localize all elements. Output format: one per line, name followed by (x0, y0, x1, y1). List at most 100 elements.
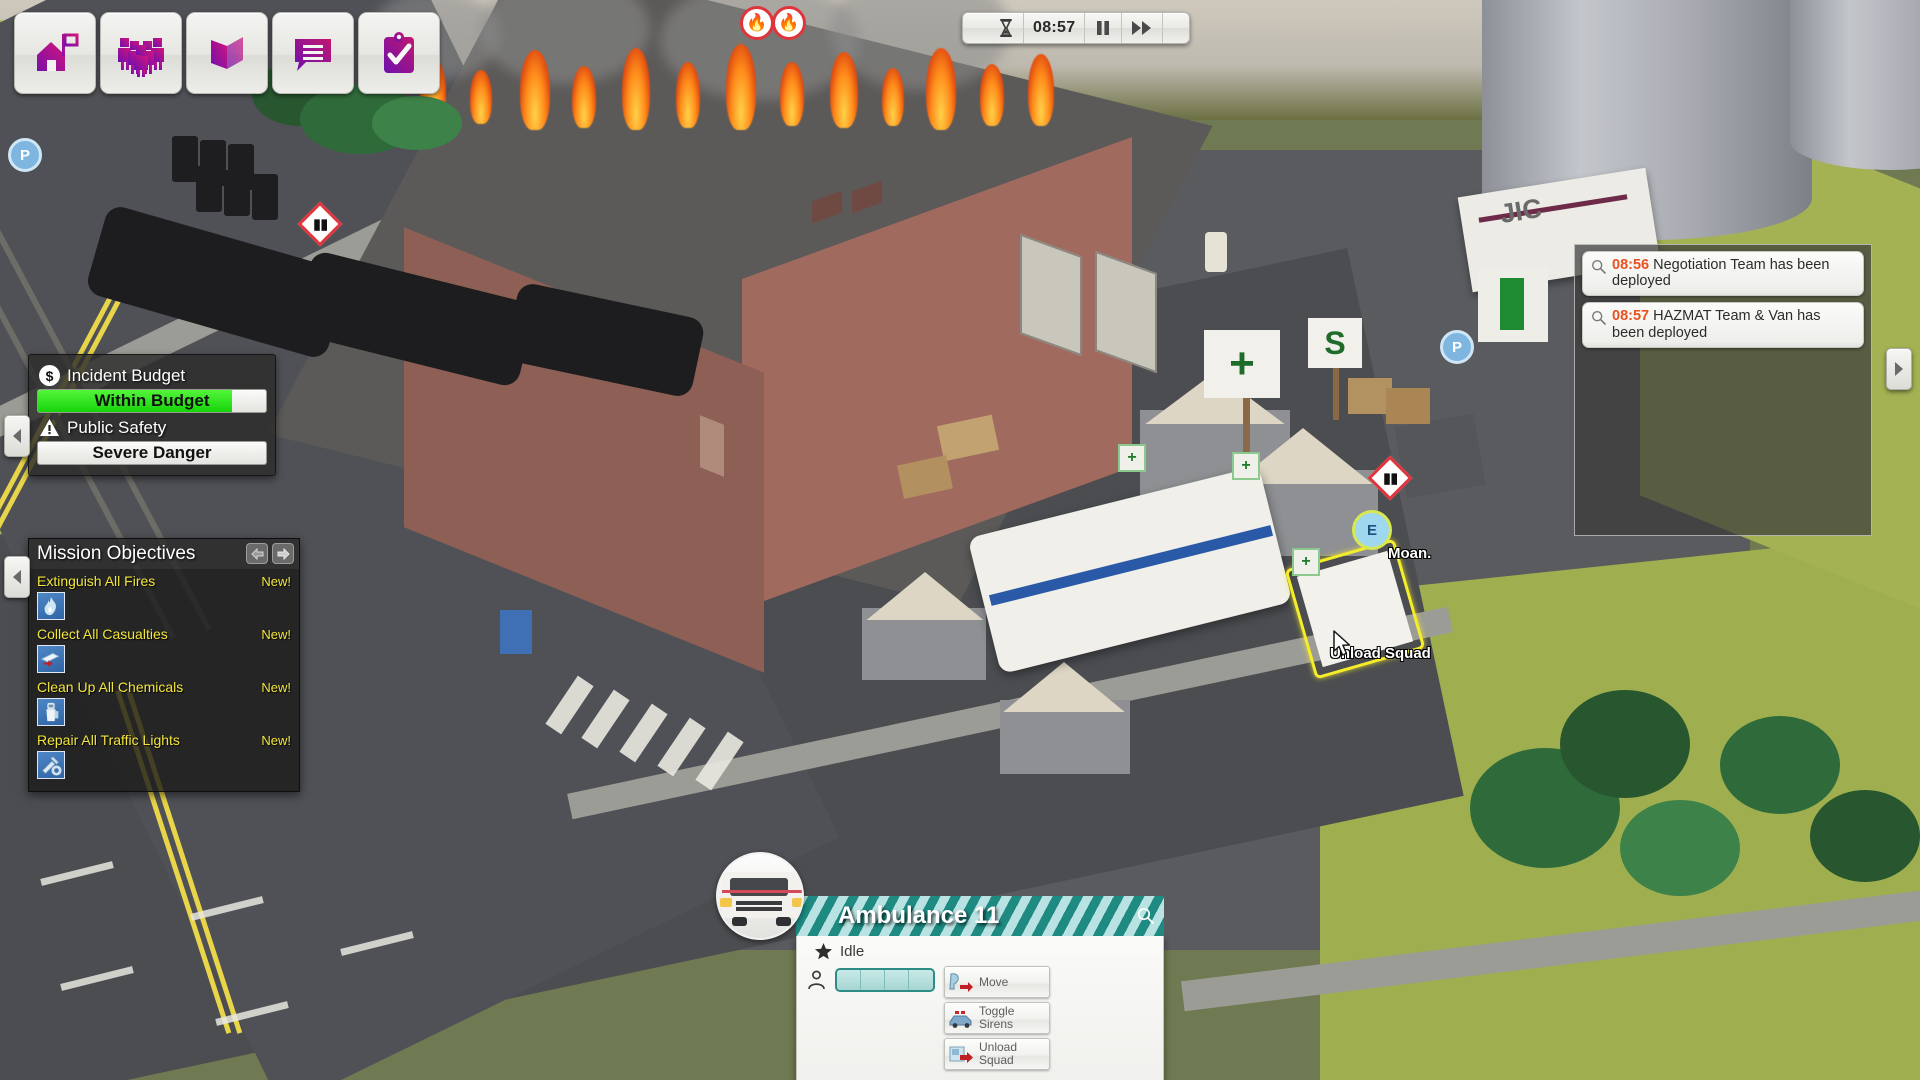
unit-locate-button[interactable] (1137, 907, 1154, 929)
capacity-segment (837, 970, 861, 990)
pause-icon (1097, 21, 1110, 35)
objectives-title: Mission Objectives (37, 543, 196, 564)
incident-status-panel: $ Incident Budget Within Budget Public S… (28, 354, 276, 476)
staging-sign: S (1308, 318, 1362, 368)
people-group-icon (118, 38, 164, 77)
unit-header: Ambulance 11 (796, 896, 1164, 936)
objective-new-badge: New! (261, 627, 291, 642)
fire-marker[interactable]: 🔥 (740, 6, 774, 40)
objective-item[interactable]: Repair All Traffic Lights New! (29, 730, 299, 779)
safety-value: Severe Danger (92, 443, 212, 462)
left-collapse-tab-status[interactable] (4, 415, 30, 457)
hourglass-icon (1000, 19, 1012, 37)
budget-title: Incident Budget (67, 365, 186, 385)
safety-bar: Severe Danger (37, 441, 267, 465)
fast-forward-button[interactable] (1122, 13, 1164, 43)
magnifier-icon (1591, 310, 1606, 330)
mission-objectives-panel: Mission Objectives Extinguish All Fires N… (28, 538, 300, 792)
mouse-cursor (1333, 630, 1353, 663)
medical-supply-crate: + (1292, 548, 1320, 576)
unit-action-toggle-sirens[interactable]: Toggle Sirens (944, 1002, 1050, 1034)
unit-action-buttons: Move Toggle Sirens Unload Squad (944, 966, 1154, 1070)
arrow-left-icon (250, 547, 263, 560)
notification-item[interactable]: 08:57 HAZMAT Team & Van has been deploye… (1582, 302, 1864, 348)
toolbar-button-objectives[interactable] (358, 12, 440, 94)
objectives-prev-button[interactable] (246, 543, 268, 564)
notification-time: 08:57 (1612, 308, 1650, 325)
unit-capacity-bar (835, 968, 935, 992)
capacity-segment (909, 970, 933, 990)
time-panel-spacer (1163, 13, 1189, 43)
toolbar-button-messages[interactable] (272, 12, 354, 94)
map-icon (211, 37, 243, 69)
casualty-marker[interactable]: E (1352, 510, 1392, 550)
objective-name: Repair All Traffic Lights (37, 732, 180, 748)
unit-body: Idle Move Toggle Sirens Unload Squad (716, 852, 1164, 1080)
dollar-icon: $ (39, 365, 60, 386)
world-hazmat-truck[interactable] (1394, 413, 1486, 499)
fast-forward-icon (1132, 21, 1152, 35)
objective-name: Collect All Casualties (37, 626, 168, 642)
magnifier-icon (1137, 907, 1154, 924)
objective-item[interactable]: Extinguish All Fires New! (29, 571, 299, 620)
budget-header: $ Incident Budget (39, 365, 267, 386)
staging-sign-post (1333, 360, 1339, 420)
pause-button[interactable] (1085, 13, 1123, 43)
unit-action-move[interactable]: Move (944, 966, 1050, 998)
game-speed-indicator[interactable] (989, 13, 1024, 43)
game-clock-value: 08:57 (1033, 19, 1076, 36)
unit-action-unload-squad[interactable]: Unload Squad (944, 1038, 1050, 1070)
budget-value: Within Budget (94, 391, 210, 410)
flame-icon (37, 592, 65, 620)
notification-log-panel[interactable]: 08:56 Negotiation Team has been deployed… (1574, 244, 1872, 536)
chat-message-icon (295, 39, 331, 71)
star-icon (815, 943, 832, 960)
objectives-next-button[interactable] (272, 543, 294, 564)
objectives-header: Mission Objectives (29, 539, 299, 569)
objectives-list: Extinguish All Fires New! Collect All Casu… (29, 569, 299, 791)
notification-list: 08:56 Negotiation Team has been deployed… (1575, 251, 1871, 348)
unit-info-panel: Ambulance 11 Idle Move Toggle Sirens Unl… (716, 852, 1164, 1080)
person-pin-icon (808, 970, 825, 990)
right-expand-tab[interactable] (1886, 348, 1912, 390)
tools-icon (37, 751, 65, 779)
warning-triangle-icon (39, 417, 60, 438)
safety-header: Public Safety (39, 417, 267, 438)
unit-status-row: Idle (814, 942, 1154, 961)
notification-time: 08:56 (1612, 257, 1650, 273)
world-bollard (1205, 232, 1227, 272)
arrow-right-icon (277, 547, 290, 560)
medical-sign: + (1204, 330, 1280, 398)
ambulance-icon (720, 872, 802, 926)
chevron-left-icon (13, 570, 21, 584)
objective-new-badge: New! (261, 574, 291, 589)
parking-marker[interactable]: P (8, 138, 42, 172)
magnifier-icon (1591, 259, 1606, 279)
notification-text: 08:56 Negotiation Team has been deployed (1612, 257, 1855, 289)
game-clock: 08:57 (1024, 13, 1086, 43)
medical-supply-crate: + (1232, 452, 1260, 480)
notification-item[interactable]: 08:56 Negotiation Team has been deployed (1582, 251, 1864, 297)
house-flag-icon (37, 33, 79, 71)
unit-action-sirens-label: Toggle Sirens (979, 1004, 1015, 1031)
unload-van-icon (948, 1042, 974, 1066)
capacity-segment (885, 970, 909, 990)
time-control-panel: 08:57 (962, 12, 1191, 44)
toolbar-button-personnel[interactable] (100, 12, 182, 94)
left-collapse-tab-objectives[interactable] (4, 556, 30, 598)
toolbar-button-map[interactable] (186, 12, 268, 94)
objective-item[interactable]: Clean Up All Chemicals New! (29, 677, 299, 726)
unit-status-value: Idle (840, 943, 865, 960)
objective-new-badge: New! (261, 680, 291, 695)
siren-car-icon (948, 1006, 974, 1030)
main-toolbar (14, 12, 440, 94)
safety-title: Public Safety (67, 417, 167, 437)
world-mailbox (500, 610, 532, 654)
parking-marker[interactable]: P (1440, 330, 1474, 364)
clipboard-check-icon (384, 32, 414, 73)
hazmat-worker-icon (37, 698, 65, 726)
toolbar-button-home-base[interactable] (14, 12, 96, 94)
move-arrow-icon (948, 970, 974, 994)
objective-item[interactable]: Collect All Casualties New! (29, 624, 299, 673)
fire-marker[interactable]: 🔥 (772, 6, 806, 40)
